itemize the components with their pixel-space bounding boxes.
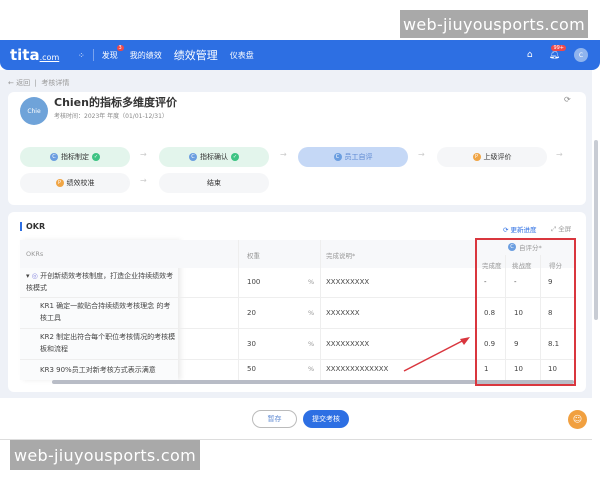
section-title: OKR [20,222,45,231]
check-icon: ✓ [92,153,100,161]
home-icon[interactable]: ⌂ [527,50,533,60]
highlight-box [475,238,576,386]
unit: % [308,309,315,317]
weight-input[interactable]: 100 [247,278,260,286]
weight-input[interactable]: 50 [247,365,256,373]
col-weight: 权重 [247,252,260,260]
step-icon: C [333,153,342,161]
logo[interactable]: tita.com [10,46,78,64]
notification-badge: 99+ [551,45,566,51]
page-scrollbar[interactable] [594,140,598,320]
step-indicator-end: 结束 [159,173,269,193]
objective-name[interactable]: ▾ ◎ 开创新绩效考核制度，打造企业持续绩效考核模式 [26,270,176,294]
settings-icon[interactable]: ⟳ [564,95,571,104]
badge: 3 [116,44,124,51]
review-period: 考核时间：2023年 年度（01/01-12/31） [54,113,168,120]
desc-input[interactable]: XXXXXXXXX [326,278,369,286]
step-indicator-define: C 指标制定 ✓ [20,147,130,167]
kr-name[interactable]: KR2 制定出符合每个职位考核情况的考核模板和流程 [40,331,176,355]
nav-discover[interactable]: 发现 3 [102,44,124,61]
unit: % [308,340,315,348]
desc-input[interactable]: XXXXXXXXX [326,340,369,348]
user-avatar[interactable]: C [574,48,588,62]
check-icon: ✓ [231,153,239,161]
col-okrs: OKRs [26,250,44,258]
weight-input[interactable]: 20 [247,309,256,317]
step-indicator-self-review: C 员工自评 [298,147,408,167]
arrow-icon: → [140,176,147,185]
desc-input[interactable]: XXXXXXX [326,309,360,317]
nav-dashboard[interactable]: 仪表盘 [230,50,254,61]
step-icon: C [50,153,58,161]
arrow-icon: → [140,150,147,159]
save-draft-button[interactable]: 暂存 [252,410,297,428]
avatar: Chie [20,97,48,125]
unit: % [308,365,315,373]
page-title: Chien的指标多维度评价 [54,96,177,109]
assistant-icon[interactable]: ☺ [568,410,587,429]
bell-icon[interactable]: 🔔︎ 99+ [549,45,566,60]
nav-performance-mgmt[interactable]: 绩效管理 [174,47,218,63]
back-link[interactable]: ← 返回 [8,79,30,87]
apps-icon[interactable]: ⁘ [78,51,85,60]
col-desc: 完成说明* [326,252,356,260]
step-indicator-confirm: C 指标确认 ✓ [159,147,269,167]
weight-input[interactable]: 30 [247,340,256,348]
breadcrumb: ← 返回 | 考核详情 [8,79,70,87]
arrow-icon: → [418,150,425,159]
arrow-icon: → [556,150,563,159]
kr-name[interactable]: KR3 90%员工对新考核方式表示满意 [40,365,176,375]
submit-review-button[interactable]: 提交考核 [303,410,349,428]
annotation-arrow-icon [403,337,470,372]
refresh-progress-link[interactable]: ⟳ 更新进度 [503,224,537,234]
divider [92,49,94,61]
nav-my-performance[interactable]: 我的绩效 [130,50,162,61]
watermark: web-jiuyousports.com [10,440,200,470]
step-icon: C [189,153,197,161]
watermark: web-jiuyousports.com [400,10,588,38]
fullscreen-button[interactable]: ⤢ 全屏 [551,223,571,234]
step-indicator-calibration: P 绩效校准 [20,173,130,193]
step-icon: P [472,153,481,161]
top-nav: tita.com ⁘ 发现 3 我的绩效 绩效管理 仪表盘 ⌂ 🔔︎ 99+ C [0,40,600,70]
step-indicator-manager-review: P 上级评价 [437,147,547,167]
unit: % [308,278,315,286]
step-icon: P [55,179,64,187]
desc-input[interactable]: XXXXXXXXXXXXX [326,365,388,373]
arrow-icon: → [280,150,287,159]
kr-name[interactable]: KR1 确定一款贴合持续绩效考核理念 的考核工具 [40,300,176,324]
